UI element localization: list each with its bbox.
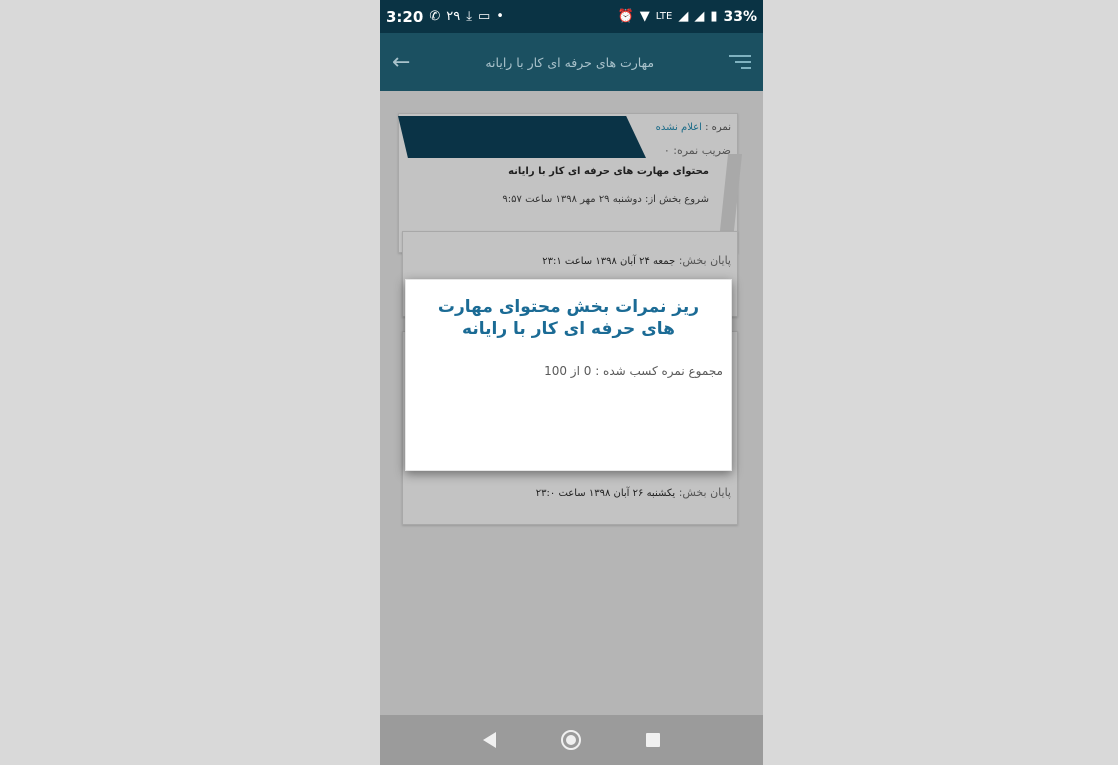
nav-back-icon[interactable] (482, 732, 496, 748)
navigation-bar (380, 715, 763, 765)
nav-home-icon[interactable] (560, 730, 581, 750)
grades-dialog: ریز نمرات بخش محتوای مهارت های حرفه ای ک… (405, 279, 732, 471)
dialog-title: ریز نمرات بخش محتوای مهارت های حرفه ای ک… (437, 297, 700, 339)
nav-recents-icon[interactable] (646, 733, 661, 747)
total-score: مجموع نمره کسب شده : 0 از 100 (544, 364, 723, 378)
phone-screen: 3:20 ✆ ۲۹ ⤓ ▭ • ⏰ ▼ LTE ◢ ◢ ▮ 33% ← مهار… (380, 0, 763, 765)
modal-overlay[interactable]: ریز نمرات بخش محتوای مهارت های حرفه ای ک… (380, 0, 763, 765)
